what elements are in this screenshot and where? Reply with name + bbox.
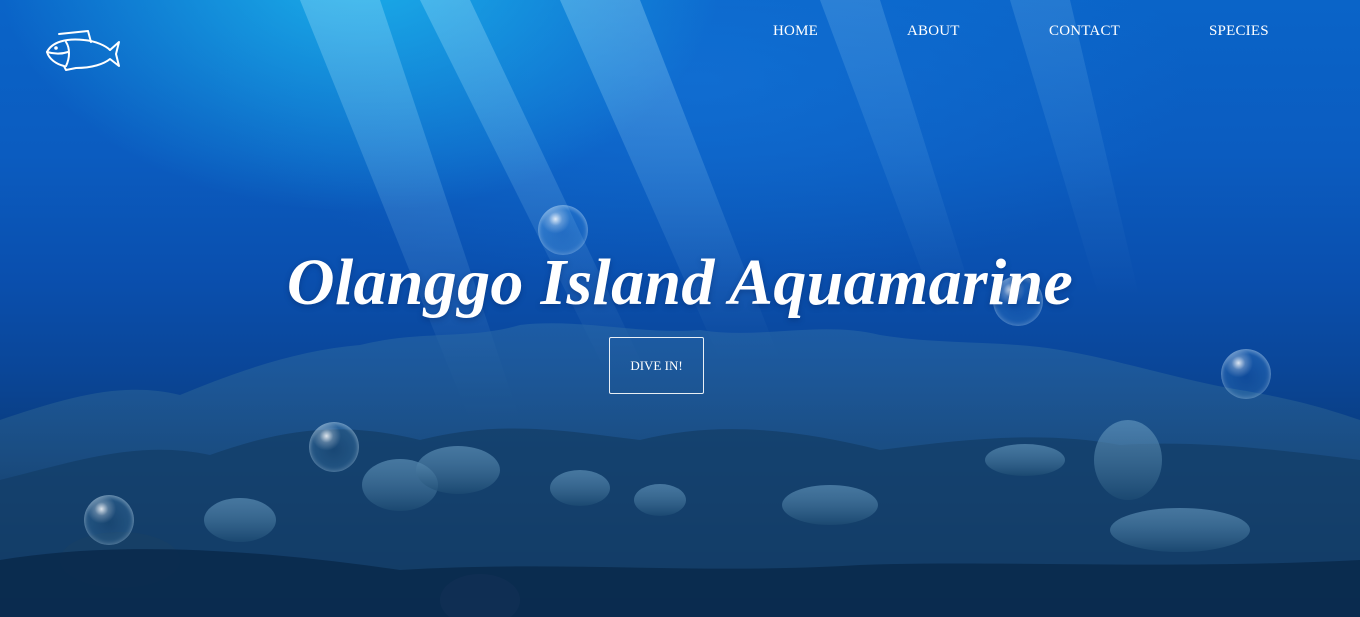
hero-title: Olanggo Island Aquamarine xyxy=(286,246,1074,319)
nav-about-link[interactable]: ABOUT xyxy=(907,23,960,40)
bubble-icon xyxy=(84,495,134,545)
bubble-icon xyxy=(309,422,359,472)
nav-species-link[interactable]: SPECIES xyxy=(1209,23,1269,40)
nav-home-link[interactable]: HOME xyxy=(773,23,818,40)
dive-in-button[interactable]: DIVE IN! xyxy=(609,337,704,394)
hero-section: HOME ABOUT CONTACT SPECIES Olanggo Islan… xyxy=(0,0,1360,617)
bubble-icon xyxy=(1221,349,1271,399)
main-nav: HOME ABOUT CONTACT SPECIES xyxy=(0,23,1360,43)
nav-contact-link[interactable]: CONTACT xyxy=(1049,23,1120,40)
